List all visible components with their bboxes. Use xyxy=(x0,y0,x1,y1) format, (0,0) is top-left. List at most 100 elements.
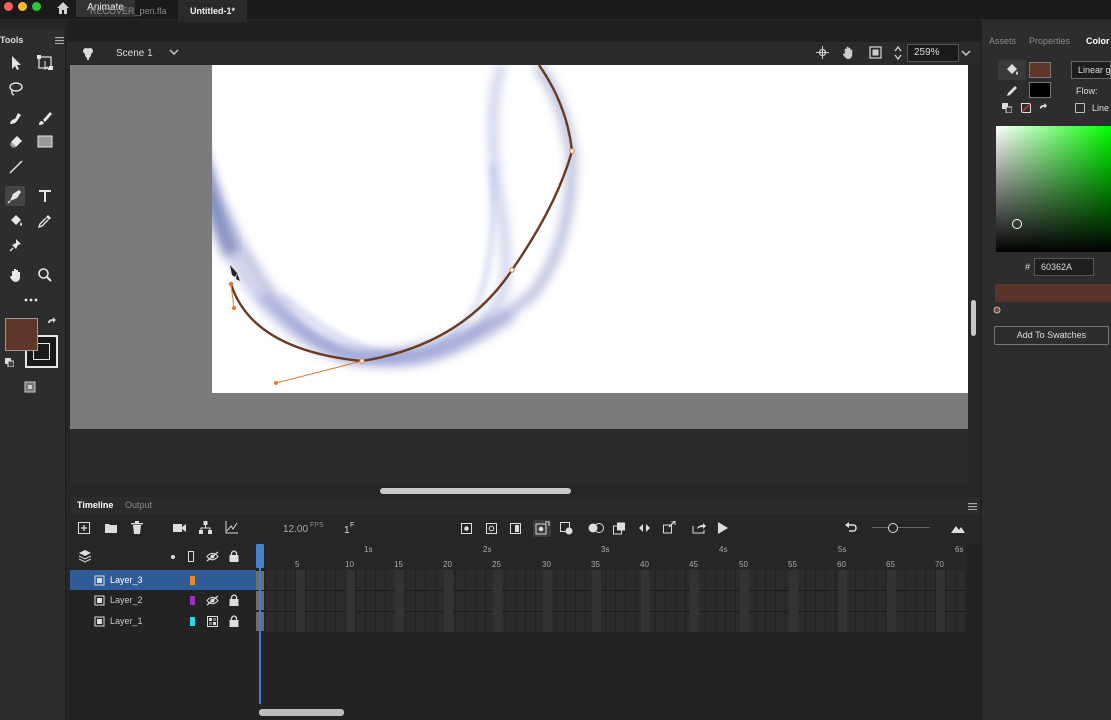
tab-color[interactable]: Color xyxy=(1086,36,1110,46)
zoom-stepper-icon[interactable] xyxy=(893,44,903,62)
tab-output[interactable]: Output xyxy=(125,500,152,510)
edit-multiple-frames-icon[interactable] xyxy=(613,522,626,535)
highlight-layers-icon[interactable] xyxy=(171,555,175,559)
layer-name[interactable]: Layer_2 xyxy=(110,595,143,605)
new-folder-icon[interactable] xyxy=(104,522,118,534)
linear-rgb-checkbox[interactable] xyxy=(1075,103,1085,113)
free-transform-tool-icon[interactable] xyxy=(35,53,55,73)
scene-dropdown-chevron-icon[interactable] xyxy=(169,48,179,56)
pen-tool-icon[interactable] xyxy=(5,186,25,206)
graph-icon[interactable] xyxy=(225,521,238,534)
undo-icon[interactable] xyxy=(845,522,857,533)
paint-brush-tool-icon[interactable] xyxy=(35,108,55,128)
layer-color-tag[interactable] xyxy=(190,617,195,626)
black-white-icon[interactable] xyxy=(1002,103,1012,113)
stroke-pencil-icon[interactable] xyxy=(1005,84,1019,98)
blank-keyframe-icon[interactable] xyxy=(486,523,497,534)
fill-color-swatch[interactable] xyxy=(5,318,38,351)
hidden-eye-icon[interactable] xyxy=(206,595,219,606)
minimize-window-button[interactable] xyxy=(18,2,27,11)
fps-value[interactable]: 12.00 xyxy=(283,524,308,535)
text-tool-icon[interactable] xyxy=(35,186,55,206)
add-to-swatches-button[interactable]: Add To Swatches xyxy=(994,326,1109,345)
alpha-slider-handle[interactable] xyxy=(993,306,1001,314)
stage-horizontal-scrollbar[interactable] xyxy=(380,488,571,494)
rectangle-tool-icon[interactable] xyxy=(35,132,55,152)
zoom-window-button[interactable] xyxy=(32,2,41,11)
layer-name[interactable]: Layer_3 xyxy=(110,575,143,585)
home-icon[interactable] xyxy=(56,1,70,15)
fill-color-chip[interactable] xyxy=(1029,62,1051,78)
selection-tool-icon[interactable] xyxy=(6,53,26,73)
hex-color-input[interactable]: 60362A xyxy=(1034,258,1094,276)
pin-tool-icon[interactable] xyxy=(6,235,26,255)
lock-icon[interactable] xyxy=(229,594,239,606)
color-picker-handle[interactable] xyxy=(1012,219,1022,229)
fit-frames-icon[interactable] xyxy=(951,523,965,533)
doc-tab-recover[interactable]: RECOVER_pen.fla xyxy=(78,0,179,22)
frames-ruler[interactable] xyxy=(266,556,966,570)
timeline-horizontal-scrollbar[interactable] xyxy=(259,709,344,716)
swap-colors-icon[interactable] xyxy=(46,317,57,328)
layers-stack-icon[interactable] xyxy=(79,550,91,563)
current-frame-value[interactable]: 1 xyxy=(344,525,350,536)
paint-bucket-tool-icon[interactable] xyxy=(6,211,26,231)
show-hide-all-icon[interactable] xyxy=(206,551,219,562)
tab-timeline[interactable]: Timeline xyxy=(77,500,113,510)
default-colors-icon[interactable] xyxy=(5,358,14,367)
fill-mode-button[interactable] xyxy=(998,60,1026,80)
stage-vertical-scrollbar[interactable] xyxy=(971,300,976,336)
loop-icon[interactable] xyxy=(638,522,651,534)
frames-grid[interactable] xyxy=(266,570,966,632)
zoom-slider-handle[interactable] xyxy=(888,523,898,533)
layer-name[interactable]: Layer_1 xyxy=(110,616,143,626)
keyframe-icon[interactable] xyxy=(461,523,472,534)
layer-row-layer-1[interactable]: Layer_1 xyxy=(70,611,256,631)
doc-tab-untitled[interactable]: Untitled-1* xyxy=(178,0,247,22)
line-tool-icon[interactable] xyxy=(6,157,26,177)
outline-mode-icon[interactable] xyxy=(207,616,218,627)
eraser-tool-icon[interactable] xyxy=(6,132,26,152)
play-icon[interactable] xyxy=(717,522,728,534)
layer-color-tag[interactable] xyxy=(190,576,195,585)
camera-icon[interactable] xyxy=(173,523,186,533)
new-layer-icon[interactable] xyxy=(78,522,90,534)
layer-parenting-icon[interactable] xyxy=(199,521,212,534)
export-icon[interactable] xyxy=(692,522,706,534)
delete-layer-icon[interactable] xyxy=(131,521,143,534)
zoom-dropdown-chevron-icon[interactable] xyxy=(961,49,971,57)
swap-color-icon[interactable] xyxy=(1038,103,1048,113)
insert-frame-icon[interactable] xyxy=(510,523,521,534)
stroke-color-chip[interactable] xyxy=(1029,82,1051,98)
layer-color-tag[interactable] xyxy=(190,596,195,605)
rotate-stage-icon[interactable] xyxy=(841,45,856,60)
stage-canvas[interactable] xyxy=(212,65,968,393)
layer-row-layer-3[interactable]: Layer_3 xyxy=(70,570,256,590)
layer-row-layer-2[interactable]: Layer_2 xyxy=(70,590,256,610)
center-stage-icon[interactable] xyxy=(816,46,829,59)
zoom-input[interactable]: 259% xyxy=(907,44,959,62)
fill-type-select[interactable]: Linear g xyxy=(1071,61,1111,79)
brush-tool-icon[interactable] xyxy=(6,108,26,128)
tab-properties[interactable]: Properties xyxy=(1029,36,1070,46)
color-picker-field[interactable] xyxy=(996,126,1111,252)
panel-menu-icon[interactable] xyxy=(55,37,64,44)
playhead-line[interactable] xyxy=(259,544,261,704)
playhead-handle[interactable] xyxy=(256,544,264,568)
lasso-tool-icon[interactable] xyxy=(6,79,26,99)
clip-content-icon[interactable] xyxy=(869,46,882,59)
more-tools-icon[interactable] xyxy=(21,290,41,310)
lock-icon[interactable] xyxy=(229,615,239,627)
object-drawing-icon[interactable] xyxy=(24,381,36,393)
scene-name[interactable]: Scene 1 xyxy=(116,48,153,59)
no-color-icon[interactable] xyxy=(1021,103,1031,113)
eyedropper-tool-icon[interactable] xyxy=(35,211,55,231)
insert-blank-icon[interactable] xyxy=(560,522,573,535)
convert-symbol-icon[interactable] xyxy=(663,521,676,534)
hand-tool-icon[interactable] xyxy=(6,265,26,285)
close-window-button[interactable] xyxy=(4,2,13,11)
zoom-tool-icon[interactable] xyxy=(35,265,55,285)
lock-all-icon[interactable] xyxy=(229,550,239,562)
outline-layers-icon[interactable] xyxy=(188,551,194,562)
zoom-slider-track[interactable] xyxy=(872,527,930,528)
